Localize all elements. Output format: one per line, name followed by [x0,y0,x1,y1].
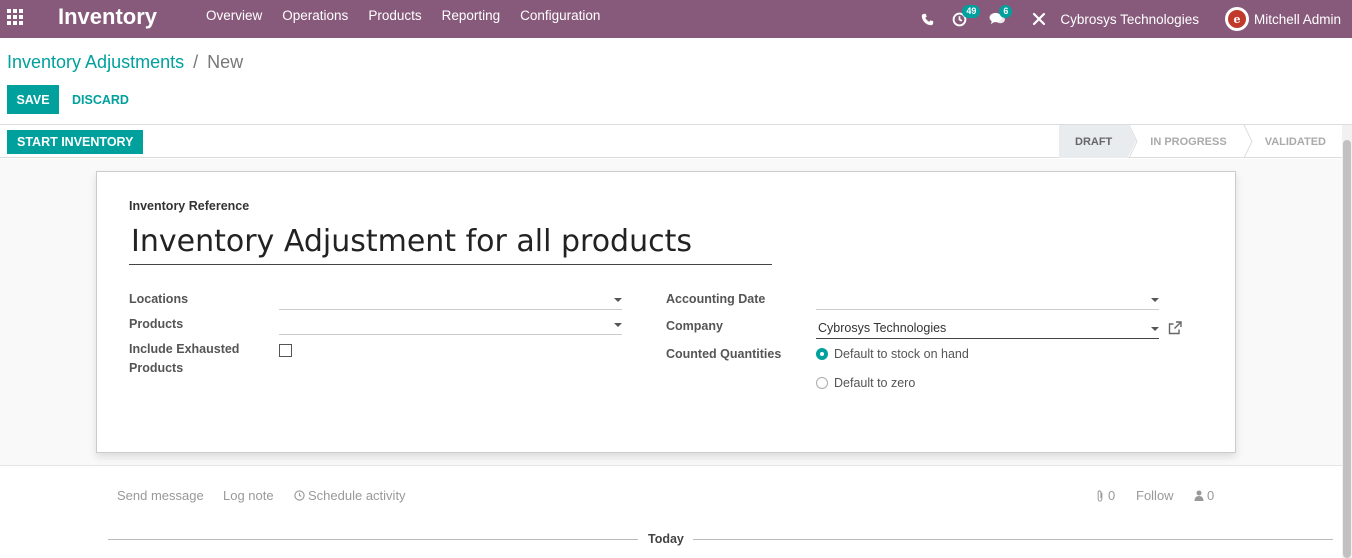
schedule-activity-button[interactable]: Schedule activity [294,488,406,503]
include-exhausted-label: Include Exhausted Products [129,340,239,378]
attachments-button[interactable]: 0 [1095,488,1115,503]
messages-icon[interactable]: 6 [989,5,1013,26]
form-sheet: Inventory Reference Locations Products I… [96,171,1236,453]
include-exhausted-checkbox[interactable] [279,344,292,357]
radio-default-zero[interactable]: Default to zero [816,376,915,390]
company-select[interactable]: Cybrosys Technologies [816,317,1159,339]
accounting-date-field[interactable] [816,288,1159,310]
app-title[interactable]: Inventory [58,4,157,30]
clock-icon [294,490,305,501]
phone-icon[interactable] [921,13,934,26]
follow-button[interactable]: Follow [1136,488,1174,503]
menu-item-reporting[interactable]: Reporting [442,8,501,23]
radio-checked-icon [816,348,828,360]
company-switcher[interactable]: Cybrosys Technologies [1060,12,1199,27]
chevron-down-icon [1151,327,1159,331]
menu-item-operations[interactable]: Operations [282,8,348,23]
today-divider-left [108,539,638,540]
paperclip-icon [1097,489,1103,502]
user-menu[interactable]: e Mitchell Admin [1224,7,1341,31]
user-icon [1194,490,1204,501]
top-navbar: Inventory Overview Operations Products R… [0,0,1352,38]
include-exhausted-label-line1: Include Exhausted [129,342,240,356]
breadcrumb: Inventory Adjustments / New [7,52,243,73]
radio-default-stock-on-hand[interactable]: Default to stock on hand [816,347,969,361]
radio-default-stock-on-hand-label: Default to stock on hand [834,347,969,361]
schedule-activity-label: Schedule activity [308,488,406,503]
apps-grid-icon[interactable] [7,9,25,25]
accounting-date-label: Accounting Date [666,292,766,306]
radio-default-zero-label: Default to zero [834,376,916,390]
menu-item-configuration[interactable]: Configuration [520,8,600,23]
products-select[interactable] [279,313,622,335]
activity-clock-icon[interactable]: 49 [952,4,981,27]
systray: 49 6 Cybrosys Technologies e Mitchell Ad… [921,0,1352,38]
menu-item-overview[interactable]: Overview [206,8,262,23]
counted-quantities-label: Counted Quantities [666,347,782,361]
inventory-reference-input[interactable] [129,219,772,265]
company-value: Cybrosys Technologies [818,321,947,335]
main-menu: Overview Operations Products Reporting C… [206,8,600,23]
messages-badge: 6 [999,5,1013,18]
breadcrumb-parent[interactable]: Inventory Adjustments [7,52,184,72]
attachments-count: 0 [1108,488,1116,503]
menu-item-products[interactable]: Products [368,8,421,23]
scrollbar[interactable] [1342,125,1352,558]
save-button[interactable]: SAVE [7,85,59,114]
status-bar: START INVENTORY DRAFT IN PROGRESS VALIDA… [0,125,1352,158]
stage-validated[interactable]: VALIDATED [1243,125,1342,158]
stage-validated-label: VALIDATED [1264,135,1326,148]
products-label: Products [129,317,184,331]
locations-label: Locations [129,292,189,306]
avatar: e [1224,7,1249,31]
activity-badge: 49 [962,4,981,18]
company-label: Company [666,319,723,333]
chevron-down-icon [614,323,622,327]
breadcrumb-separator: / [193,52,199,72]
inventory-reference-label: Inventory Reference [129,199,250,213]
scrollbar-thumb[interactable] [1343,140,1351,558]
chevron-down-icon [1151,298,1159,302]
breadcrumb-current: New [207,52,244,72]
debug-tools-icon[interactable] [1032,12,1046,26]
radio-unchecked-icon [816,377,828,389]
followers-count: 0 [1207,488,1215,503]
chevron-down-icon [614,298,622,302]
log-note-button[interactable]: Log note [223,488,274,503]
discard-button[interactable]: DISCARD [63,85,138,114]
locations-select[interactable] [279,288,622,310]
stage-pipeline: DRAFT IN PROGRESS VALIDATED [1059,125,1342,158]
today-divider-right [693,539,1333,540]
stage-in-progress-label: IN PROGRESS [1150,135,1227,148]
external-link-icon[interactable] [1168,321,1182,335]
stage-draft[interactable]: DRAFT [1059,125,1137,158]
include-exhausted-label-line2: Products [129,361,184,375]
user-name: Mitchell Admin [1253,11,1341,27]
send-message-button[interactable]: Send message [117,488,204,503]
start-inventory-button[interactable]: START INVENTORY [7,130,144,154]
today-label: Today [648,532,684,546]
followers-button[interactable]: 0 [1194,488,1214,503]
chatter-divider [0,465,1342,466]
stage-in-progress[interactable]: IN PROGRESS [1128,125,1242,158]
